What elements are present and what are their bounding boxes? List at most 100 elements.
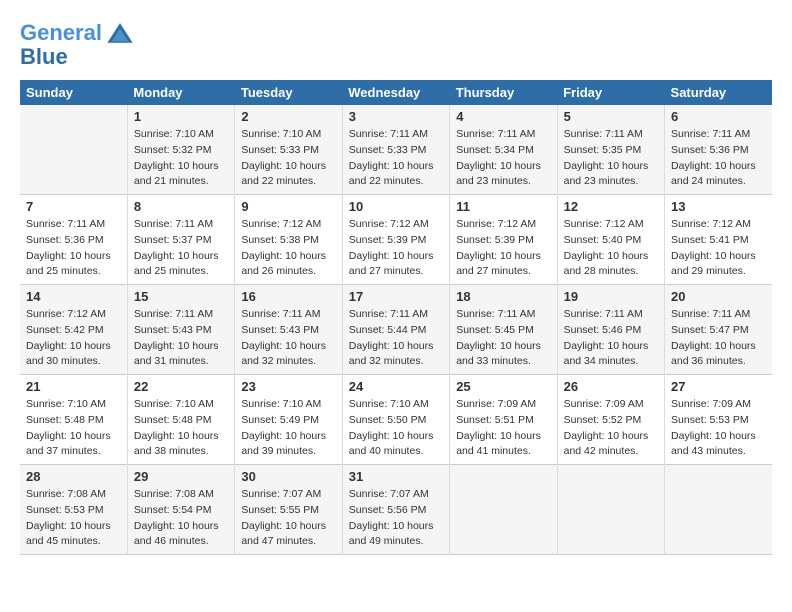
- day-number: 16: [241, 289, 335, 304]
- day-info: Sunrise: 7:09 AM Sunset: 5:51 PM Dayligh…: [456, 397, 550, 460]
- weekday-header-tuesday: Tuesday: [235, 80, 342, 105]
- day-info: Sunrise: 7:11 AM Sunset: 5:46 PM Dayligh…: [564, 307, 658, 370]
- calendar-cell: 17 Sunrise: 7:11 AM Sunset: 5:44 PM Dayli…: [342, 285, 449, 375]
- day-info: Sunrise: 7:12 AM Sunset: 5:38 PM Dayligh…: [241, 217, 335, 280]
- day-number: 5: [564, 109, 658, 124]
- day-info: Sunrise: 7:09 AM Sunset: 5:53 PM Dayligh…: [671, 397, 766, 460]
- day-info: Sunrise: 7:10 AM Sunset: 5:48 PM Dayligh…: [26, 397, 121, 460]
- day-number: 29: [134, 469, 228, 484]
- day-info: Sunrise: 7:12 AM Sunset: 5:39 PM Dayligh…: [456, 217, 550, 280]
- day-number: 19: [564, 289, 658, 304]
- day-info: Sunrise: 7:08 AM Sunset: 5:54 PM Dayligh…: [134, 487, 228, 550]
- day-info: Sunrise: 7:11 AM Sunset: 5:34 PM Dayligh…: [456, 127, 550, 190]
- day-info: Sunrise: 7:10 AM Sunset: 5:50 PM Dayligh…: [349, 397, 443, 460]
- day-info: Sunrise: 7:10 AM Sunset: 5:49 PM Dayligh…: [241, 397, 335, 460]
- day-number: 8: [134, 199, 228, 214]
- day-number: 25: [456, 379, 550, 394]
- calendar-cell: 28 Sunrise: 7:08 AM Sunset: 5:53 PM Dayli…: [20, 465, 127, 555]
- day-number: 31: [349, 469, 443, 484]
- calendar-cell: 29 Sunrise: 7:08 AM Sunset: 5:54 PM Dayli…: [127, 465, 234, 555]
- calendar-cell: 31 Sunrise: 7:07 AM Sunset: 5:56 PM Dayli…: [342, 465, 449, 555]
- calendar-cell: 19 Sunrise: 7:11 AM Sunset: 5:46 PM Dayli…: [557, 285, 664, 375]
- calendar-cell: 1 Sunrise: 7:10 AM Sunset: 5:32 PM Daylig…: [127, 105, 234, 195]
- day-number: 6: [671, 109, 766, 124]
- weekday-header-friday: Friday: [557, 80, 664, 105]
- day-info: Sunrise: 7:12 AM Sunset: 5:39 PM Dayligh…: [349, 217, 443, 280]
- weekday-header-thursday: Thursday: [450, 80, 557, 105]
- day-number: 27: [671, 379, 766, 394]
- calendar-cell: 20 Sunrise: 7:11 AM Sunset: 5:47 PM Dayli…: [665, 285, 772, 375]
- day-info: Sunrise: 7:12 AM Sunset: 5:42 PM Dayligh…: [26, 307, 121, 370]
- day-number: 15: [134, 289, 228, 304]
- day-info: Sunrise: 7:11 AM Sunset: 5:45 PM Dayligh…: [456, 307, 550, 370]
- day-number: 2: [241, 109, 335, 124]
- calendar-week-row: 7 Sunrise: 7:11 AM Sunset: 5:36 PM Daylig…: [20, 195, 772, 285]
- weekday-header-wednesday: Wednesday: [342, 80, 449, 105]
- day-info: Sunrise: 7:12 AM Sunset: 5:41 PM Dayligh…: [671, 217, 766, 280]
- calendar-week-row: 21 Sunrise: 7:10 AM Sunset: 5:48 PM Dayli…: [20, 375, 772, 465]
- calendar-cell: 8 Sunrise: 7:11 AM Sunset: 5:37 PM Daylig…: [127, 195, 234, 285]
- calendar-week-row: 14Sunrise: 7:12 AM Sunset: 5:42 PM Dayli…: [20, 285, 772, 375]
- day-number: 17: [349, 289, 443, 304]
- day-number: 3: [349, 109, 443, 124]
- day-number: 20: [671, 289, 766, 304]
- day-number: 7: [26, 199, 121, 214]
- day-info: Sunrise: 7:11 AM Sunset: 5:43 PM Dayligh…: [134, 307, 228, 370]
- day-info: Sunrise: 7:10 AM Sunset: 5:33 PM Dayligh…: [241, 127, 335, 190]
- day-info: Sunrise: 7:11 AM Sunset: 5:43 PM Dayligh…: [241, 307, 335, 370]
- page-header: General Blue: [20, 20, 772, 70]
- calendar-cell: 4Sunrise: 7:11 AM Sunset: 5:34 PM Daylig…: [450, 105, 557, 195]
- day-number: 23: [241, 379, 335, 394]
- calendar-cell: 2 Sunrise: 7:10 AM Sunset: 5:33 PM Daylig…: [235, 105, 342, 195]
- calendar-cell: 6 Sunrise: 7:11 AM Sunset: 5:36 PM Daylig…: [665, 105, 772, 195]
- day-info: Sunrise: 7:09 AM Sunset: 5:52 PM Dayligh…: [564, 397, 658, 460]
- day-number: 22: [134, 379, 228, 394]
- day-number: 13: [671, 199, 766, 214]
- day-info: Sunrise: 7:11 AM Sunset: 5:44 PM Dayligh…: [349, 307, 443, 370]
- calendar-cell: 12 Sunrise: 7:12 AM Sunset: 5:40 PM Dayli…: [557, 195, 664, 285]
- day-info: Sunrise: 7:11 AM Sunset: 5:36 PM Dayligh…: [671, 127, 766, 190]
- calendar-cell: 24Sunrise: 7:10 AM Sunset: 5:50 PM Dayli…: [342, 375, 449, 465]
- day-info: Sunrise: 7:11 AM Sunset: 5:37 PM Dayligh…: [134, 217, 228, 280]
- calendar-cell: 21 Sunrise: 7:10 AM Sunset: 5:48 PM Dayli…: [20, 375, 127, 465]
- day-info: Sunrise: 7:11 AM Sunset: 5:47 PM Dayligh…: [671, 307, 766, 370]
- calendar-cell: 7 Sunrise: 7:11 AM Sunset: 5:36 PM Daylig…: [20, 195, 127, 285]
- day-info: Sunrise: 7:12 AM Sunset: 5:40 PM Dayligh…: [564, 217, 658, 280]
- calendar-cell: 15 Sunrise: 7:11 AM Sunset: 5:43 PM Dayli…: [127, 285, 234, 375]
- calendar-cell: 22 Sunrise: 7:10 AM Sunset: 5:48 PM Dayli…: [127, 375, 234, 465]
- calendar-cell: 13 Sunrise: 7:12 AM Sunset: 5:41 PM Dayli…: [665, 195, 772, 285]
- day-info: Sunrise: 7:10 AM Sunset: 5:32 PM Dayligh…: [134, 127, 228, 190]
- day-number: 9: [241, 199, 335, 214]
- weekday-header-sunday: Sunday: [20, 80, 127, 105]
- day-info: Sunrise: 7:08 AM Sunset: 5:53 PM Dayligh…: [26, 487, 121, 550]
- weekday-header-row: SundayMondayTuesdayWednesdayThursdayFrid…: [20, 80, 772, 105]
- calendar-cell: 18 Sunrise: 7:11 AM Sunset: 5:45 PM Dayli…: [450, 285, 557, 375]
- calendar-cell: 30 Sunrise: 7:07 AM Sunset: 5:55 PM Dayli…: [235, 465, 342, 555]
- calendar-cell: 26Sunrise: 7:09 AM Sunset: 5:52 PM Dayli…: [557, 375, 664, 465]
- calendar-cell: 3 Sunrise: 7:11 AM Sunset: 5:33 PM Daylig…: [342, 105, 449, 195]
- calendar-cell: [557, 465, 664, 555]
- calendar-cell: 9 Sunrise: 7:12 AM Sunset: 5:38 PM Daylig…: [235, 195, 342, 285]
- calendar-week-row: 1 Sunrise: 7:10 AM Sunset: 5:32 PM Daylig…: [20, 105, 772, 195]
- day-number: 21: [26, 379, 121, 394]
- weekday-header-monday: Monday: [127, 80, 234, 105]
- day-number: 11: [456, 199, 550, 214]
- day-number: 12: [564, 199, 658, 214]
- calendar-cell: 16 Sunrise: 7:11 AM Sunset: 5:43 PM Dayli…: [235, 285, 342, 375]
- day-info: Sunrise: 7:11 AM Sunset: 5:33 PM Dayligh…: [349, 127, 443, 190]
- day-info: Sunrise: 7:07 AM Sunset: 5:55 PM Dayligh…: [241, 487, 335, 550]
- day-number: 10: [349, 199, 443, 214]
- day-number: 28: [26, 469, 121, 484]
- day-info: Sunrise: 7:07 AM Sunset: 5:56 PM Dayligh…: [349, 487, 443, 550]
- calendar-cell: 23 Sunrise: 7:10 AM Sunset: 5:49 PM Dayli…: [235, 375, 342, 465]
- day-number: 1: [134, 109, 228, 124]
- calendar-cell: 10 Sunrise: 7:12 AM Sunset: 5:39 PM Dayli…: [342, 195, 449, 285]
- day-info: Sunrise: 7:11 AM Sunset: 5:36 PM Dayligh…: [26, 217, 121, 280]
- calendar-cell: 5Sunrise: 7:11 AM Sunset: 5:35 PM Daylig…: [557, 105, 664, 195]
- day-number: 18: [456, 289, 550, 304]
- day-info: Sunrise: 7:10 AM Sunset: 5:48 PM Dayligh…: [134, 397, 228, 460]
- calendar-table: SundayMondayTuesdayWednesdayThursdayFrid…: [20, 80, 772, 555]
- calendar-cell: [665, 465, 772, 555]
- day-number: 30: [241, 469, 335, 484]
- calendar-week-row: 28 Sunrise: 7:08 AM Sunset: 5:53 PM Dayli…: [20, 465, 772, 555]
